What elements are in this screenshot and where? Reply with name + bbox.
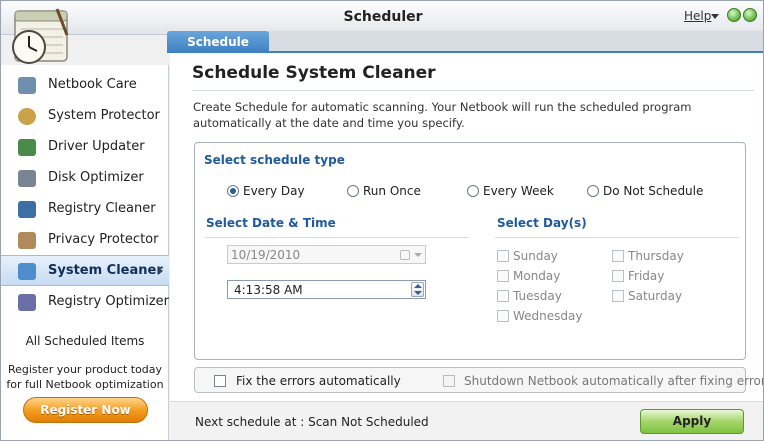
checkbox <box>612 290 624 302</box>
sidebar-item-label: Driver Updater <box>48 139 145 154</box>
page-description: Create Schedule for automatic scanning. … <box>193 100 692 130</box>
date-time-heading: Select Date & Time <box>206 216 336 230</box>
checkbox <box>497 270 509 282</box>
radio-label[interactable]: Do Not Schedule <box>603 184 703 198</box>
main-panel: Schedule System Cleaner Create Schedule … <box>170 53 763 440</box>
registry-cleaner-icon <box>18 201 36 218</box>
day-label: Friday <box>628 269 665 283</box>
checkbox[interactable] <box>214 375 226 387</box>
privacy-icon <box>18 232 36 249</box>
chevron-right-icon <box>158 267 163 275</box>
checkbox <box>443 375 455 387</box>
radio-indicator[interactable] <box>227 185 239 197</box>
checkbox <box>497 290 509 302</box>
sidebar-item-label: Registry Optimizer <box>48 294 169 309</box>
driver-icon <box>18 139 36 156</box>
days-heading: Select Day(s) <box>497 216 587 230</box>
sidebar-item-driver-updater[interactable]: Driver Updater <box>1 132 169 163</box>
radio-indicator[interactable] <box>347 185 359 197</box>
chevron-down-icon[interactable] <box>414 253 422 257</box>
checkbox-label: Shutdown Netbook automatically after fix… <box>464 374 764 388</box>
checkbox <box>497 250 509 262</box>
register-now-button[interactable]: Register Now <box>23 397 148 423</box>
spin-down-icon[interactable] <box>414 291 422 295</box>
day-label: Saturday <box>628 289 683 303</box>
radio-label[interactable]: Every Day <box>243 184 305 198</box>
sidebar-item-label: Registry Cleaner <box>48 201 156 216</box>
close-button[interactable] <box>743 8 757 22</box>
date-value: 10/19/2010 <box>231 248 301 262</box>
help-menu[interactable]: Help <box>684 9 711 23</box>
checkbox <box>612 270 624 282</box>
checkbox-label[interactable]: Fix the errors automatically <box>236 374 401 388</box>
sidebar-item-disk-optimizer[interactable]: Disk Optimizer <box>1 163 169 194</box>
register-promo-line: for full Netbook optimization <box>6 378 164 391</box>
time-value: 4:13:58 AM <box>234 283 303 297</box>
sidebar-item-label: System Protector <box>48 108 160 123</box>
tab-schedule[interactable]: Schedule <box>167 31 269 53</box>
sidebar: Netbook Care System Protector Driver Upd… <box>1 65 169 440</box>
disk-icon <box>18 170 36 187</box>
chevron-down-icon[interactable] <box>711 14 719 19</box>
registry-optimizer-icon <box>18 294 36 311</box>
shield-icon <box>18 108 36 125</box>
sidebar-item-label: System Cleaner <box>48 263 163 278</box>
divider <box>192 90 754 91</box>
radio-indicator[interactable] <box>467 185 479 197</box>
register-promo-line: Register your product today <box>7 363 163 376</box>
next-schedule-status: Next schedule at : Scan Not Scheduled <box>195 415 429 429</box>
all-scheduled-items-link[interactable]: All Scheduled Items <box>1 334 169 348</box>
radio-label[interactable]: Every Week <box>483 184 554 198</box>
register-promo-text: Register your product today for full Net… <box>5 362 165 392</box>
sidebar-item-registry-cleaner[interactable]: Registry Cleaner <box>1 194 169 225</box>
page-title: Schedule System Cleaner <box>192 63 436 83</box>
apply-button[interactable]: Apply <box>640 409 744 434</box>
scheduler-logo-icon <box>12 8 69 64</box>
day-label: Tuesday <box>513 289 562 303</box>
spin-up-icon[interactable] <box>414 284 422 288</box>
time-spinner[interactable] <box>411 282 424 297</box>
checkbox <box>497 310 509 322</box>
minimize-button[interactable] <box>727 8 741 22</box>
day-label: Sunday <box>513 249 558 263</box>
sidebar-item-label: Netbook Care <box>48 77 137 92</box>
title-bar: Scheduler Help <box>1 1 763 35</box>
day-label: Wednesday <box>513 309 583 323</box>
day-label: Thursday <box>628 249 684 263</box>
sidebar-item-label: Privacy Protector <box>48 232 159 247</box>
schedule-type-group: Every Day Run Once Every Week Do Not Sch… <box>227 183 727 201</box>
radio-indicator[interactable] <box>587 185 599 197</box>
sidebar-item-netbook-care[interactable]: Netbook Care <box>1 70 169 101</box>
sidebar-item-privacy-protector[interactable]: Privacy Protector <box>1 225 169 256</box>
window-title: Scheduler <box>343 9 423 25</box>
sidebar-item-system-protector[interactable]: System Protector <box>1 101 169 132</box>
divider <box>204 237 469 238</box>
options-box: Fix the errors automatically Shutdown Ne… <box>194 367 763 393</box>
date-picker[interactable]: 10/19/2010 <box>227 245 426 264</box>
sidebar-item-system-cleaner[interactable]: System Cleaner <box>1 255 169 286</box>
radio-label[interactable]: Run Once <box>363 184 421 198</box>
checkbox <box>612 250 624 262</box>
schedule-type-heading: Select schedule type <box>204 153 345 167</box>
sidebar-item-label: Disk Optimizer <box>48 170 144 185</box>
sidebar-item-registry-optimizer[interactable]: Registry Optimizer <box>1 287 169 318</box>
netbook-care-icon <box>18 77 36 94</box>
day-label: Monday <box>513 269 561 283</box>
scheduler-window: Scheduler Help Schedule Netbook Care Sys… <box>0 0 764 441</box>
time-input[interactable]: 4:13:58 AM <box>227 280 426 299</box>
footer-bar: Next schedule at : Scan Not Scheduled Ap… <box>170 401 763 440</box>
schedule-settings-box: Select schedule type Every Day Run Once … <box>194 142 746 360</box>
tab-strip: Schedule <box>167 31 763 53</box>
divider <box>495 237 739 238</box>
calendar-icon[interactable] <box>400 250 410 260</box>
broom-icon <box>18 263 36 280</box>
